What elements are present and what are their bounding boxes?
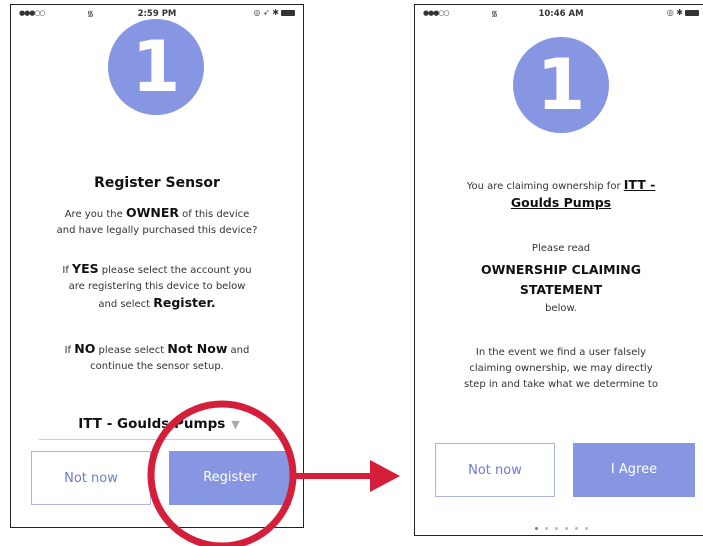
- arrow-head-icon: [370, 460, 400, 492]
- highlight-circle: [147, 400, 297, 546]
- annotation-overlay: [147, 400, 400, 546]
